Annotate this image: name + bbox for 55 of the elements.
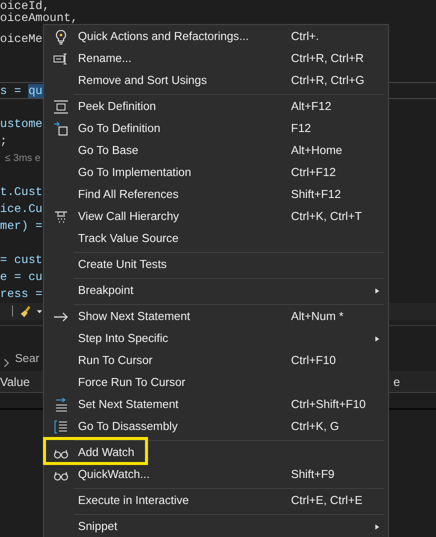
menu-item[interactable]: Go To Implementation [78, 164, 192, 182]
shortcut-text: Alt+F12 [291, 99, 332, 116]
shortcut-text: Alt+Num * [291, 309, 344, 326]
menu-item[interactable]: Show Next Statement [78, 308, 190, 326]
menu-item[interactable]: Track Value Source [78, 230, 179, 248]
menu-item[interactable]: View Call Hierarchy [78, 208, 179, 226]
shortcut-text: Ctrl+R, Ctrl+G [291, 73, 364, 90]
menu-item[interactable]: Snippet [78, 518, 118, 536]
code-text: oiceId, [0, 0, 50, 13]
code-text: s = [0, 84, 22, 98]
menu-item[interactable]: Find All References [78, 186, 179, 204]
shortcut-text: Ctrl+R, Ctrl+R [291, 51, 364, 68]
shortcut-text: Ctrl+F10 [291, 353, 336, 370]
shortcut-text: Ctrl+K, Ctrl+T [291, 209, 362, 226]
menu-item[interactable]: Go To Definition [78, 120, 160, 138]
code-text: ice.Cu [0, 202, 42, 216]
column-header[interactable]: Value [0, 372, 30, 390]
code-text: ress = [0, 287, 42, 301]
menu-item[interactable]: Remove and Sort Usings [78, 72, 207, 90]
toolbar-divider: | [9, 303, 16, 320]
menu-item[interactable]: Peek Definition [78, 98, 156, 116]
menu-item[interactable]: Quick Actions and Refactorings... [78, 28, 249, 46]
menu-item[interactable]: Add Watch [78, 444, 134, 462]
shortcut-text: Ctrl+K, G [291, 419, 339, 436]
menu-item[interactable]: Step Into Specific [78, 330, 168, 348]
menu-item[interactable]: Set Next Statement [78, 396, 179, 414]
shortcut-text: Alt+Home [291, 143, 342, 160]
shortcut-text: Shift+F9 [291, 467, 334, 484]
menu-item[interactable]: Go To Disassembly [78, 418, 178, 436]
code-text: mer) = [0, 219, 42, 233]
code-text: e = cu [0, 270, 42, 284]
code-text: = cust [0, 253, 42, 267]
column-header[interactable]: e [393, 372, 400, 390]
code-text: ustome [0, 117, 42, 131]
menu-item[interactable]: Go To Base [78, 142, 138, 160]
menu-item[interactable]: Create Unit Tests [78, 256, 167, 274]
shortcut-text: F12 [291, 121, 311, 138]
shortcut-text: Ctrl+Shift+F10 [291, 397, 366, 414]
code-text: oiceMe [0, 32, 42, 46]
performance-hint: ≤ 3ms e [4, 153, 40, 164]
shortcut-text: Ctrl+. [291, 29, 320, 46]
shortcut-text: Ctrl+E, Ctrl+E [291, 493, 363, 510]
menu-item[interactable]: QuickWatch... [78, 466, 150, 484]
menu-item[interactable]: Execute in Interactive [78, 492, 189, 510]
menu-item[interactable]: Run To Cursor [78, 352, 153, 370]
shortcut-text: Shift+F12 [291, 187, 341, 204]
menu-item[interactable]: Rename... [78, 50, 132, 68]
search-label: Sear [15, 352, 40, 367]
code-text: t.Cust [0, 185, 42, 199]
menu-item[interactable]: Force Run To Cursor [78, 374, 186, 392]
code-text: oiceAmount, [0, 11, 78, 25]
selected-text: qu [28, 84, 42, 98]
code-text: ; [0, 134, 8, 148]
menu-item[interactable]: Breakpoint [78, 282, 134, 300]
shortcut-text: Ctrl+F12 [291, 165, 336, 182]
